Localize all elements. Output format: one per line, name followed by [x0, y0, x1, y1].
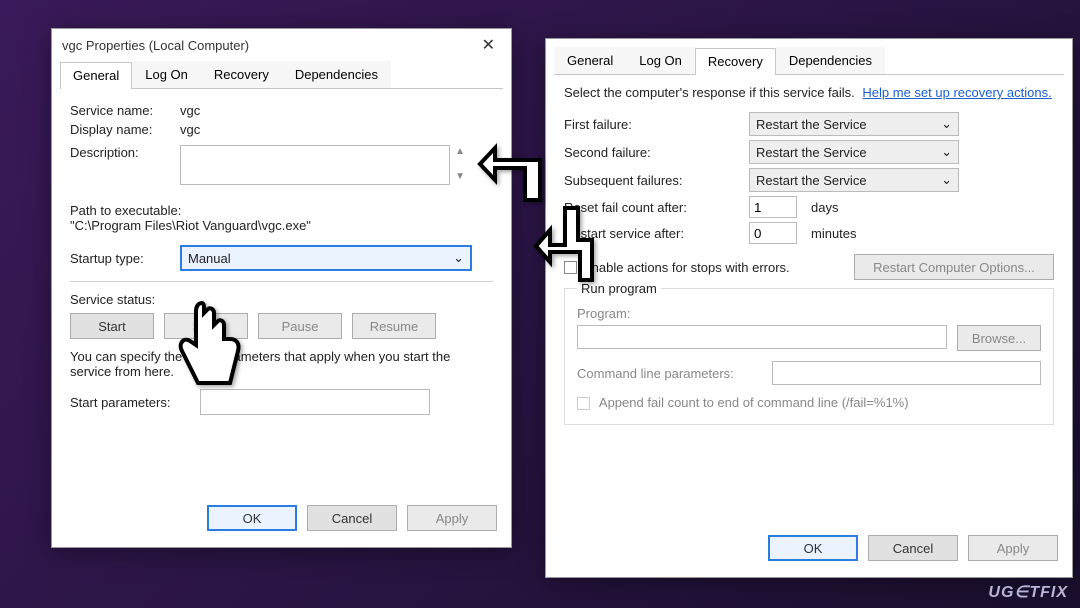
- pause-button[interactable]: Pause: [258, 313, 342, 339]
- cancel-button[interactable]: Cancel: [307, 505, 397, 531]
- program-input: [577, 325, 947, 349]
- first-failure-value: Restart the Service: [756, 117, 867, 132]
- recovery-tab-body: Select the computer's response if this s…: [546, 75, 1072, 431]
- first-failure-combo[interactable]: Restart the Service ⌄: [749, 112, 959, 136]
- start-params-label: Start parameters:: [70, 395, 200, 410]
- general-tab-body: Service name: vgc Display name: vgc Desc…: [52, 89, 511, 425]
- chevron-down-icon: ⌄: [453, 250, 464, 266]
- description-field[interactable]: ▲▼: [180, 145, 450, 185]
- service-name-label: Service name:: [70, 103, 180, 118]
- startup-type-select[interactable]: Manual ⌄: [180, 245, 472, 271]
- tab-recovery[interactable]: Recovery: [201, 61, 282, 88]
- tab-general-r[interactable]: General: [554, 47, 626, 74]
- restart-after-label: Restart service after:: [564, 226, 749, 241]
- ok-button-r[interactable]: OK: [768, 535, 858, 561]
- second-failure-label: Second failure:: [564, 145, 749, 160]
- cancel-button-r[interactable]: Cancel: [868, 535, 958, 561]
- restart-after-input[interactable]: [749, 222, 797, 244]
- restart-after-unit: minutes: [811, 226, 857, 241]
- append-checkbox: [577, 397, 590, 410]
- description-label: Description:: [70, 145, 180, 160]
- startup-type-label: Startup type:: [70, 251, 180, 266]
- tab-strip: General Log On Recovery Dependencies: [60, 61, 503, 89]
- startup-type-value: Manual: [188, 251, 231, 266]
- program-label: Program:: [577, 306, 1041, 321]
- tab-recovery-r[interactable]: Recovery: [695, 48, 776, 75]
- help-link[interactable]: Help me set up recovery actions.: [862, 85, 1051, 100]
- reset-fail-label: Reset fail count after:: [564, 200, 749, 215]
- chevron-down-icon: ⌄: [941, 172, 952, 188]
- display-name-value: vgc: [180, 122, 493, 137]
- tab-logon-r[interactable]: Log On: [626, 47, 695, 74]
- left-footer: OK Cancel Apply: [193, 495, 511, 541]
- enable-actions-label: Enable actions for stops with errors.: [583, 260, 790, 275]
- tab-general[interactable]: General: [60, 62, 132, 89]
- subsequent-failures-combo[interactable]: Restart the Service ⌄: [749, 168, 959, 192]
- recovery-intro: Select the computer's response if this s…: [564, 85, 855, 100]
- second-failure-value: Restart the Service: [756, 145, 867, 160]
- apply-button-r[interactable]: Apply: [968, 535, 1058, 561]
- subsequent-failures-label: Subsequent failures:: [564, 173, 749, 188]
- tab-logon[interactable]: Log On: [132, 61, 201, 88]
- separator: [70, 281, 493, 282]
- ok-button[interactable]: OK: [207, 505, 297, 531]
- help-text: You can specify the start parameters tha…: [70, 349, 493, 379]
- second-failure-combo[interactable]: Restart the Service ⌄: [749, 140, 959, 164]
- append-label: Append fail count to end of command line…: [599, 395, 909, 410]
- apply-button[interactable]: Apply: [407, 505, 497, 531]
- path-value: "C:\Program Files\Riot Vanguard\vgc.exe": [70, 218, 493, 233]
- stop-button[interactable]: Stop: [164, 313, 248, 339]
- tab-strip-right: General Log On Recovery Dependencies: [554, 47, 1064, 75]
- scroll-icons: ▲▼: [455, 146, 465, 182]
- first-failure-label: First failure:: [564, 117, 749, 132]
- vgc-properties-recovery-dialog: General Log On Recovery Dependencies Sel…: [545, 38, 1073, 578]
- restart-computer-options-button[interactable]: Restart Computer Options...: [854, 254, 1054, 280]
- watermark: UG∈TFIX: [988, 582, 1068, 602]
- tab-dependencies-r[interactable]: Dependencies: [776, 47, 885, 74]
- close-icon[interactable]: ✕: [476, 35, 501, 55]
- service-name-value: vgc: [180, 103, 493, 118]
- cmd-params-input: [772, 361, 1041, 385]
- reset-fail-unit: days: [811, 200, 838, 215]
- resume-button[interactable]: Resume: [352, 313, 436, 339]
- browse-button[interactable]: Browse...: [957, 325, 1041, 351]
- dialog-title: vgc Properties (Local Computer): [62, 38, 249, 53]
- tab-dependencies[interactable]: Dependencies: [282, 61, 391, 88]
- subsequent-failures-value: Restart the Service: [756, 173, 867, 188]
- right-footer: OK Cancel Apply: [754, 525, 1072, 571]
- enable-actions-checkbox[interactable]: [564, 261, 577, 274]
- run-program-group: Run program Program: Browse... Command l…: [564, 288, 1054, 425]
- start-params-input[interactable]: [200, 389, 430, 415]
- chevron-down-icon: ⌄: [941, 144, 952, 160]
- vgc-properties-dialog: vgc Properties (Local Computer) ✕ Genera…: [51, 28, 512, 548]
- service-status-label: Service status:: [70, 292, 180, 307]
- run-program-title: Run program: [577, 281, 661, 296]
- cmd-params-label: Command line parameters:: [577, 366, 762, 381]
- titlebar: vgc Properties (Local Computer) ✕: [52, 29, 511, 61]
- path-label: Path to executable:: [70, 203, 493, 218]
- start-button[interactable]: Start: [70, 313, 154, 339]
- display-name-label: Display name:: [70, 122, 180, 137]
- chevron-down-icon: ⌄: [941, 116, 952, 132]
- reset-fail-input[interactable]: [749, 196, 797, 218]
